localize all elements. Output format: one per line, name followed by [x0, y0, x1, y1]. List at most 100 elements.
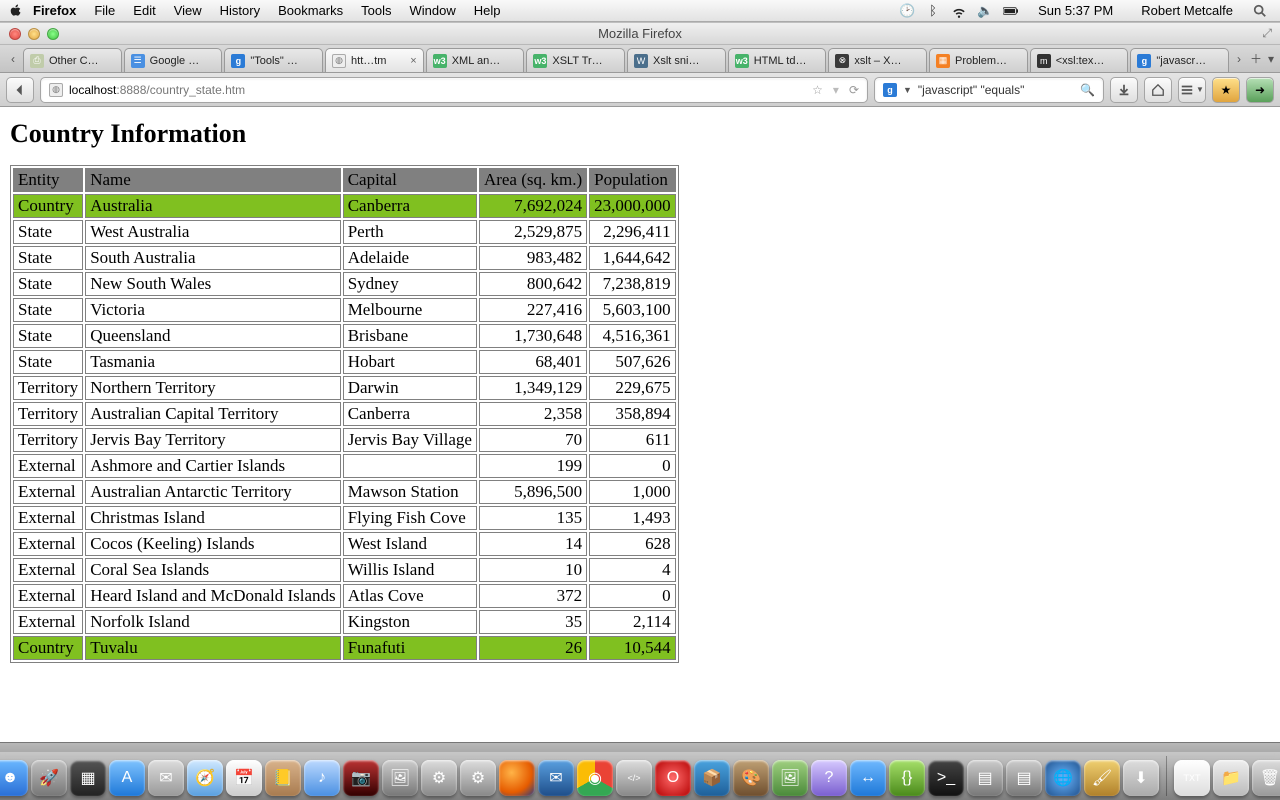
dock-app-vbox[interactable]: 📦 [694, 760, 730, 796]
tab-list-button[interactable]: ▾ [1268, 52, 1274, 66]
menubar-user[interactable]: Robert Metcalfe [1132, 0, 1242, 22]
cell: External [13, 558, 83, 582]
back-button[interactable] [6, 77, 34, 103]
bookmark-star-icon[interactable]: ☆ [812, 83, 823, 97]
addon-button-1[interactable]: ★ [1212, 77, 1240, 103]
tab[interactable]: g"Tools" … [224, 48, 323, 72]
bluetooth-icon[interactable]: ᛒ [925, 3, 941, 19]
cell: Territory [13, 402, 83, 426]
window-zoom-button[interactable] [47, 28, 59, 40]
dock-app-chrome[interactable]: ◉ [577, 760, 613, 796]
search-engine-icon[interactable]: g [883, 83, 897, 97]
downloads-button[interactable] [1110, 77, 1138, 103]
tab[interactable]: ☰Google … [124, 48, 223, 72]
window-proxy-icon[interactable]: ⤢ [1262, 26, 1280, 41]
url-bar[interactable]: ◍ localhost:8888/country_state.htm ☆ ▾ ⟳ [40, 77, 868, 103]
spotlight-icon[interactable] [1252, 3, 1268, 19]
cell: New South Wales [85, 272, 341, 296]
search-go-icon[interactable]: 🔍 [1080, 83, 1095, 97]
wifi-icon[interactable] [951, 3, 967, 19]
menubar-app-name[interactable]: Firefox [24, 0, 85, 22]
dock-app-teamviewer[interactable]: ↔ [850, 760, 886, 796]
reload-button[interactable]: ⟳ [849, 83, 859, 97]
dock-app-txt[interactable]: TXT [1174, 760, 1210, 796]
dock-app-contacts[interactable]: 📒 [265, 760, 301, 796]
dock-app-code[interactable]: {} [889, 760, 925, 796]
tab[interactable]: ◍htt…tm× [325, 48, 424, 72]
dock-app-mail[interactable]: ✉ [148, 760, 184, 796]
menu-history[interactable]: History [211, 3, 269, 18]
dock-app-terminal[interactable]: >_ [928, 760, 964, 796]
tab[interactable]: WXslt sni… [627, 48, 726, 72]
dock-app-automator[interactable]: ⚙ [421, 760, 457, 796]
menu-tools[interactable]: Tools [352, 3, 400, 18]
timemachine-icon[interactable]: 🕑 [899, 3, 915, 19]
menubar-clock[interactable]: Sun 5:37 PM [1029, 0, 1122, 22]
dock-app-dl[interactable]: ⬇ [1123, 760, 1159, 796]
cell: Ashmore and Cartier Islands [85, 454, 341, 478]
new-tab-button[interactable]: ＋ [1250, 50, 1262, 67]
apple-menu-icon[interactable] [8, 3, 24, 19]
dock-app-globe[interactable]: 🌐 [1045, 760, 1081, 796]
cell: Tuvalu [85, 636, 341, 660]
site-identity-icon[interactable]: ◍ [49, 83, 63, 97]
dock-app-util2[interactable]: ▤ [1006, 760, 1042, 796]
cell: 199 [479, 454, 587, 478]
cell: Cocos (Keeling) Islands [85, 532, 341, 556]
dock-app-itunes[interactable]: ♪ [304, 760, 340, 796]
addon-button-2[interactable]: ➜ [1246, 77, 1274, 103]
menu-help[interactable]: Help [465, 3, 510, 18]
cell: 10 [479, 558, 587, 582]
tab[interactable]: w3HTML td… [728, 48, 827, 72]
dock-app-brush[interactable]: 🖌 [1084, 760, 1120, 796]
dock-app-ical[interactable]: 📅 [226, 760, 262, 796]
home-button[interactable] [1144, 77, 1172, 103]
menu-file[interactable]: File [85, 3, 124, 18]
cell: Christmas Island [85, 506, 341, 530]
dock-app-mission-control[interactable]: ▦ [70, 760, 106, 796]
dock-app-iphoto[interactable]: 📷 [343, 760, 379, 796]
tab[interactable]: w3XML an… [426, 48, 525, 72]
dock-app-util1[interactable]: ▤ [967, 760, 1003, 796]
dock-app-gimp[interactable]: 🎨 [733, 760, 769, 796]
tab[interactable]: g"javascr… [1130, 48, 1229, 72]
tab[interactable]: w3XSLT Tr… [526, 48, 625, 72]
dock-app-trash[interactable]: 🗑 [1252, 760, 1280, 796]
tab-scroll-left[interactable]: ‹ [4, 45, 22, 72]
dock-app-image[interactable]: 🖼 [772, 760, 808, 796]
cell: 10,544 [589, 636, 676, 660]
menu-edit[interactable]: Edit [124, 3, 164, 18]
tab[interactable]: m<xsl:tex… [1030, 48, 1129, 72]
search-bar[interactable]: g ▼ "javascript" "equals" 🔍 [874, 77, 1104, 103]
window-close-button[interactable] [9, 28, 21, 40]
volume-icon[interactable]: 🔈 [977, 3, 993, 19]
dock-app-launchpad[interactable]: 🚀 [31, 760, 67, 796]
menu-bookmarks[interactable]: Bookmarks [269, 3, 352, 18]
dock-app-folder[interactable]: 📁 [1213, 760, 1249, 796]
dock-app-appstore[interactable]: A [109, 760, 145, 796]
tab-favicon: ⎙ [30, 54, 44, 68]
dock-app-sysprefs[interactable]: ⚙ [460, 760, 496, 796]
dock-app-finder[interactable]: ☻ [0, 760, 28, 796]
dock-app-thunderbird[interactable]: ✉ [538, 760, 574, 796]
dock-app-dev[interactable]: </> [616, 760, 652, 796]
bookmarks-button[interactable]: ▼ [1178, 77, 1206, 103]
dock-app-firefox[interactable] [499, 760, 535, 796]
dock-app-help[interactable]: ? [811, 760, 847, 796]
cell: 611 [589, 428, 676, 452]
window-minimize-button[interactable] [28, 28, 40, 40]
battery-icon[interactable] [1003, 3, 1019, 19]
tab-scroll-right[interactable]: › [1230, 45, 1248, 72]
search-engine-dropdown-icon[interactable]: ▼ [903, 85, 912, 95]
tab[interactable]: ▦Problem… [929, 48, 1028, 72]
dock-app-preview[interactable]: 🖼 [382, 760, 418, 796]
cell: External [13, 480, 83, 504]
tab[interactable]: ⎙Other C… [23, 48, 122, 72]
tab-close-icon[interactable]: × [410, 55, 416, 67]
dock-app-safari[interactable]: 🧭 [187, 760, 223, 796]
menu-window[interactable]: Window [401, 3, 465, 18]
menu-view[interactable]: View [165, 3, 211, 18]
cell: Australia [85, 194, 341, 218]
tab[interactable]: ⊗xslt – X… [828, 48, 927, 72]
dock-app-opera[interactable]: O [655, 760, 691, 796]
